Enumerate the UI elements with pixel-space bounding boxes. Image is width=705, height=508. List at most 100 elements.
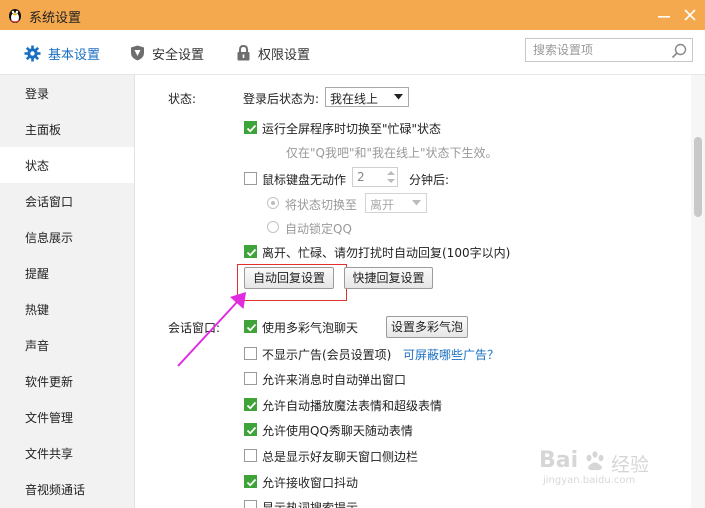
check-icon <box>246 478 257 487</box>
tab-security-settings[interactable]: 安全设置 <box>130 43 204 63</box>
search-input[interactable] <box>533 42 663 58</box>
auto-popup-checkbox[interactable] <box>244 372 257 385</box>
qq-penguin-icon <box>9 9 21 23</box>
sidebar-show-checkbox[interactable] <box>244 449 257 462</box>
paw-icon <box>586 451 604 471</box>
search-box[interactable] <box>525 38 693 62</box>
sidebar-item-label: 信息展示 <box>25 231 74 245</box>
sidebar-item-file-sharing[interactable]: 文件共享 <box>0 435 134 471</box>
sidebar-item-status[interactable]: 状态 <box>0 147 134 183</box>
qq-show-checkbox[interactable] <box>244 423 257 436</box>
shield-icon <box>131 45 144 61</box>
status-section-label: 状态: <box>168 92 197 106</box>
sidebar-item-label: 状态 <box>25 159 50 173</box>
chevron-down-icon <box>394 94 403 100</box>
tab-basic-settings[interactable]: 基本设置 <box>24 43 100 63</box>
tab-label: 安全设置 <box>152 47 205 63</box>
idle-minutes-stepper[interactable]: 2 <box>352 167 398 187</box>
auto-popup-label: 允许来消息时自动弹出窗口 <box>262 373 407 387</box>
sidebar: 登录 主面板 状态 会话窗口 信息展示 提醒 热键 声音 软件更新 文件管理 文… <box>0 75 135 508</box>
sidebar-item-reminder[interactable]: 提醒 <box>0 255 134 291</box>
tab-bar: 基本设置 安全设置 权限设置 <box>0 30 705 75</box>
sidebar-item-main-panel[interactable]: 主面板 <box>0 111 134 147</box>
sidebar-item-chat-window[interactable]: 会话窗口 <box>0 183 134 219</box>
window-title: 系统设置 <box>29 11 82 26</box>
login-status-label: 登录后状态为: <box>243 92 320 106</box>
magic-emoji-label: 允许自动播放魔法表情和超级表情 <box>262 399 443 413</box>
tab-label: 权限设置 <box>258 47 311 63</box>
auto-reply-checkbox[interactable] <box>244 245 257 258</box>
check-icon <box>246 426 257 435</box>
shake-checkbox[interactable] <box>244 475 257 488</box>
idle-label: 鼠标键盘无动作 <box>262 173 347 187</box>
sidebar-item-label: 提醒 <box>25 267 50 281</box>
magic-emoji-checkbox[interactable] <box>244 398 257 411</box>
sidebar-show-label: 总是显示好友聊天窗口侧边栏 <box>262 450 419 464</box>
highlight-box <box>237 264 347 301</box>
watermark-brand: Bai <box>539 448 579 473</box>
idle-minutes-value: 2 <box>357 170 365 184</box>
check-icon <box>246 124 257 133</box>
search-icon[interactable] <box>671 43 687 59</box>
stepper-arrows-icon[interactable] <box>387 170 395 184</box>
watermark-brand2: 经验 <box>611 454 650 476</box>
ads-link[interactable]: 可屏蔽哪些广告？ <box>403 346 499 363</box>
sidebar-item-login[interactable]: 登录 <box>0 75 134 111</box>
chat-section-label: 会话窗口: <box>168 321 221 335</box>
lock-icon <box>237 45 250 61</box>
idle-checkbox[interactable] <box>244 172 257 185</box>
sidebar-item-sound[interactable]: 声音 <box>0 327 134 363</box>
check-icon <box>246 401 257 410</box>
sidebar-item-software-update[interactable]: 软件更新 <box>0 363 134 399</box>
sidebar-item-av-call[interactable]: 音视频通话 <box>0 471 134 507</box>
bubble-settings-button[interactable]: 设置多彩气泡 <box>386 316 468 338</box>
bubble-label: 使用多彩气泡聊天 <box>262 321 359 335</box>
switch-status-label: 将状态切换至 <box>285 198 358 212</box>
switch-status-radio[interactable] <box>267 197 279 209</box>
chevron-down-icon <box>412 200 421 206</box>
sidebar-item-label: 软件更新 <box>25 375 74 389</box>
sidebar-item-label: 文件管理 <box>25 411 74 425</box>
sidebar-item-label: 登录 <box>25 87 50 101</box>
no-ads-label: 不显示广告(会员设置项) <box>262 348 392 362</box>
vertical-scrollbar[interactable] <box>691 75 705 508</box>
sidebar-item-file-management[interactable]: 文件管理 <box>0 399 134 435</box>
minimize-icon[interactable] <box>652 3 676 27</box>
hotword-checkbox[interactable] <box>244 500 257 508</box>
auto-reply-label: 离开、忙碌、请勿打扰时自动回复(100字以内) <box>262 246 511 260</box>
scrollbar-thumb[interactable] <box>694 137 702 217</box>
gear-icon <box>24 45 41 61</box>
fullscreen-busy-label: 运行全屏程序时切换至"忙碌"状态 <box>262 122 442 136</box>
auto-lock-radio[interactable] <box>267 221 279 233</box>
settings-content: 状态: 登录后状态为: 我在线上 运行全屏程序时切换至"忙碌"状态 仅在"Q我吧… <box>135 75 705 508</box>
tab-label: 基本设置 <box>48 47 101 63</box>
sidebar-item-info-display[interactable]: 信息展示 <box>0 219 134 255</box>
baidu-watermark: Bai 经验 jingyan.baidu.com <box>535 448 685 493</box>
login-status-select[interactable]: 我在线上 <box>325 87 409 107</box>
watermark-url: jingyan.baidu.com <box>543 475 636 486</box>
quick-reply-settings-button[interactable]: 快捷回复设置 <box>344 267 433 289</box>
sidebar-item-label: 音视频通话 <box>25 483 86 497</box>
bubble-checkbox[interactable] <box>244 320 257 333</box>
switch-status-select[interactable]: 离开 <box>365 193 427 213</box>
sidebar-item-label: 声音 <box>25 339 50 353</box>
auto-lock-label: 自动锁定QQ <box>285 222 352 236</box>
idle-unit-label: 分钟后: <box>409 173 450 187</box>
tab-permission-settings[interactable]: 权限设置 <box>236 43 310 63</box>
fullscreen-hint: 仅在"Q我吧"和"我在线上"状态下生效。 <box>286 146 498 160</box>
switch-status-value: 离开 <box>370 198 395 212</box>
check-icon <box>246 248 257 257</box>
title-bar: 系统设置 <box>0 0 705 30</box>
sidebar-item-hotkey[interactable]: 热键 <box>0 291 134 327</box>
sidebar-item-label: 热键 <box>25 303 50 317</box>
close-icon[interactable] <box>678 3 702 27</box>
no-ads-checkbox[interactable] <box>244 347 257 360</box>
sidebar-item-label: 主面板 <box>25 123 62 137</box>
qq-show-label: 允许使用QQ秀聊天随动表情 <box>262 424 413 438</box>
shake-label: 允许接收窗口抖动 <box>262 476 359 490</box>
login-status-value: 我在线上 <box>330 92 379 106</box>
fullscreen-busy-checkbox[interactable] <box>244 121 257 134</box>
hotword-label: 显示热词搜索提示 <box>262 501 359 508</box>
check-icon <box>246 323 257 332</box>
sidebar-item-label: 文件共享 <box>25 447 74 461</box>
